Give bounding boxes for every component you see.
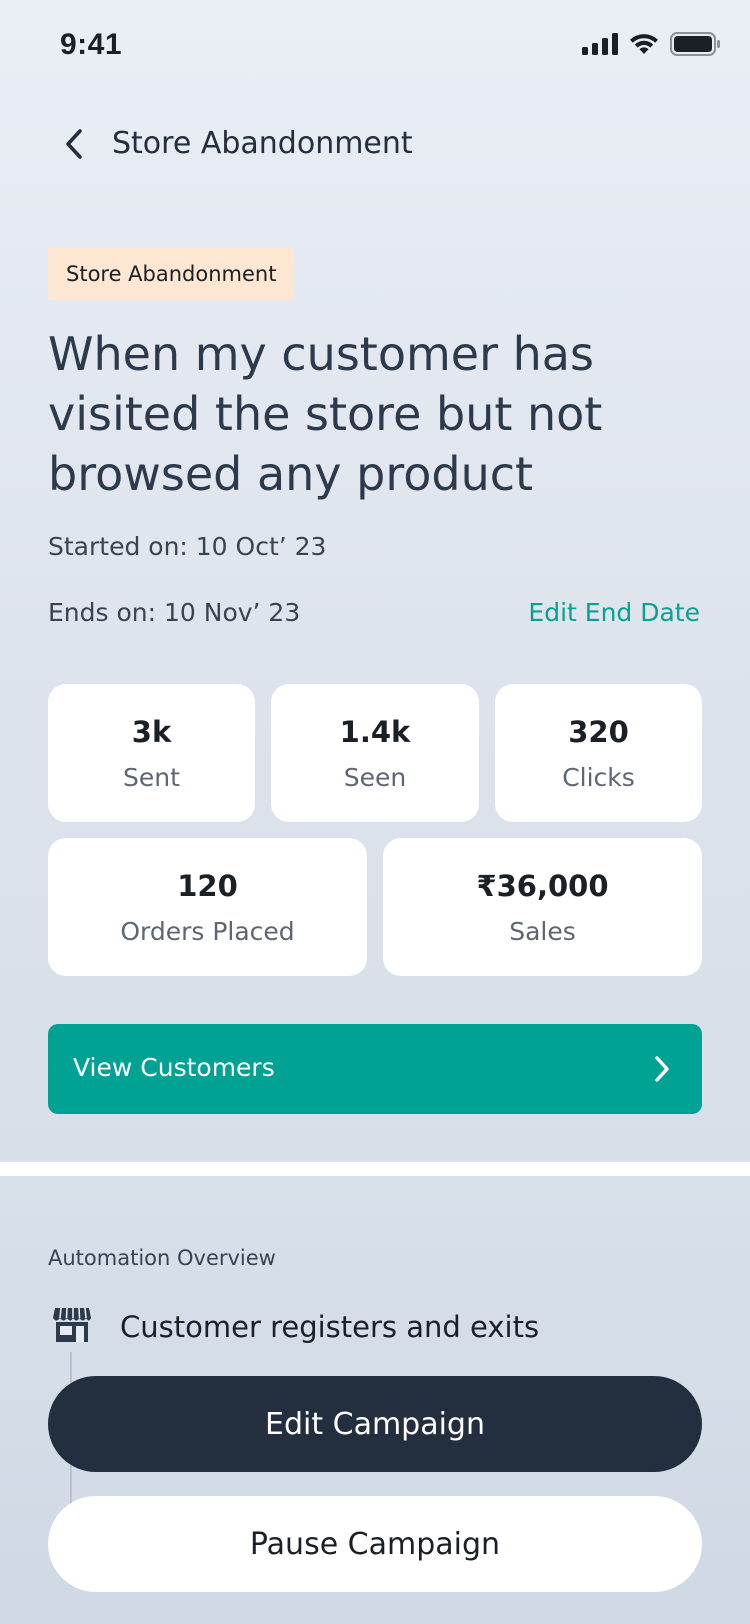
stat-card-clicks: 320 Clicks bbox=[495, 684, 702, 822]
status-bar: 9:41 bbox=[0, 0, 750, 94]
view-customers-label: View Customers bbox=[73, 1053, 275, 1082]
stat-label: Clicks bbox=[562, 762, 635, 792]
chevron-left-icon bbox=[66, 129, 82, 159]
signal-icon bbox=[582, 33, 618, 55]
edit-end-date-link[interactable]: Edit End Date bbox=[528, 598, 700, 627]
chevron-right-icon bbox=[655, 1056, 669, 1082]
edit-campaign-button[interactable]: Edit Campaign bbox=[48, 1376, 702, 1472]
start-date: Started on: 10 Oct’ 23 bbox=[48, 532, 327, 561]
app-header: Store Abandonment bbox=[0, 110, 750, 180]
stat-value: ₹36,000 bbox=[476, 868, 609, 903]
stat-card-seen: 1.4k Seen bbox=[271, 684, 479, 822]
stat-card-sales: ₹36,000 Sales bbox=[383, 838, 702, 976]
stat-card-sent: 3k Sent bbox=[48, 684, 255, 822]
stat-label: Orders Placed bbox=[120, 916, 295, 946]
campaign-type-tag: Store Abandonment bbox=[48, 247, 295, 300]
stat-value: 320 bbox=[568, 714, 629, 749]
automation-overview-title: Automation Overview bbox=[48, 1246, 276, 1270]
status-icons bbox=[582, 32, 720, 56]
status-time: 9:41 bbox=[60, 28, 123, 61]
page-title: Store Abandonment bbox=[112, 126, 413, 161]
battery-icon bbox=[670, 32, 720, 56]
pause-campaign-button[interactable]: Pause Campaign bbox=[48, 1496, 702, 1592]
back-button[interactable] bbox=[52, 122, 96, 166]
campaign-headline: When my customer has visited the store b… bbox=[48, 327, 603, 501]
stat-label: Seen bbox=[343, 762, 407, 792]
automation-step: Customer registers and exits bbox=[48, 1300, 708, 1356]
stat-value: 120 bbox=[177, 868, 238, 903]
store-icon bbox=[53, 1307, 91, 1342]
stat-label: Sent bbox=[123, 762, 180, 792]
stat-label: Sales bbox=[509, 916, 576, 946]
end-date: Ends on: 10 Nov’ 23 bbox=[48, 598, 301, 627]
wifi-icon bbox=[630, 34, 658, 54]
view-customers-button[interactable]: View Customers bbox=[48, 1024, 702, 1114]
stat-value: 3k bbox=[131, 714, 172, 749]
stat-card-orders: 120 Orders Placed bbox=[48, 838, 367, 976]
stat-value: 1.4k bbox=[339, 714, 411, 749]
automation-step-text: Customer registers and exits bbox=[120, 1310, 540, 1344]
